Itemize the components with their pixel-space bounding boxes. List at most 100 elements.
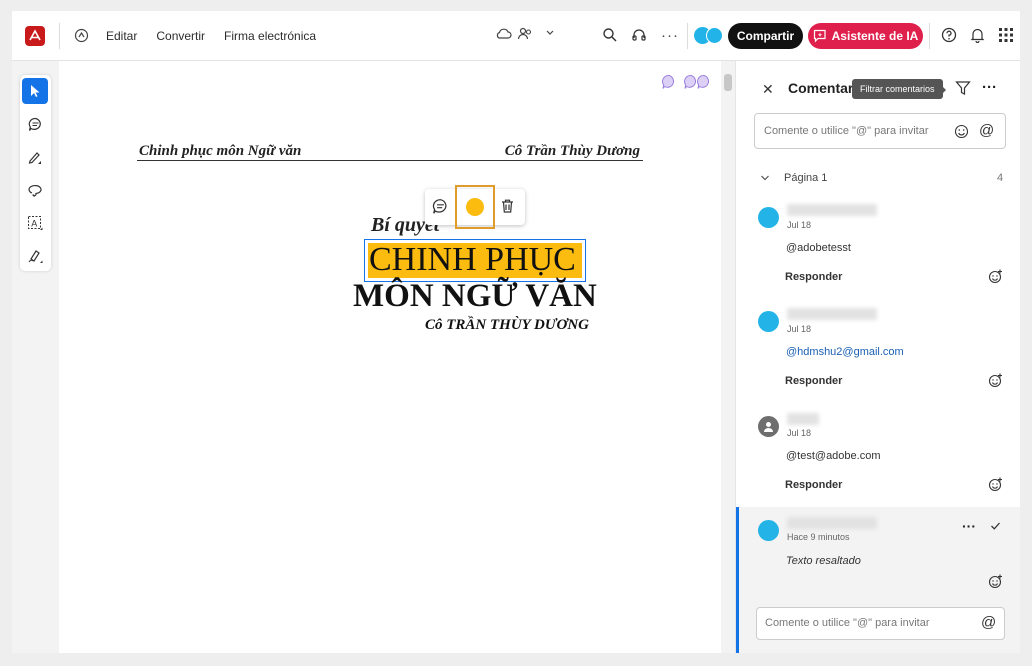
- filter-tooltip: Filtrar comentarios: [852, 79, 943, 99]
- comment-date: Jul 18: [787, 324, 812, 334]
- add-reaction-icon[interactable]: [988, 574, 1004, 590]
- more-options-icon[interactable]: ···: [661, 27, 679, 44]
- highlight-tool[interactable]: [22, 144, 48, 170]
- share-button[interactable]: Compartir: [728, 23, 803, 49]
- add-comment-button[interactable]: [432, 198, 449, 218]
- mention-icon[interactable]: @: [979, 122, 994, 139]
- people-icon[interactable]: [517, 27, 533, 41]
- doc-author: Cô TRẦN THÙY DƯƠNG: [425, 317, 589, 333]
- comment-tool[interactable]: [22, 111, 48, 137]
- scrollbar-thumb[interactable]: [724, 74, 732, 91]
- collaborators-avatars[interactable]: [694, 25, 724, 47]
- comments-title: Comentari: [788, 80, 858, 96]
- comment-author-redacted: [787, 517, 877, 529]
- acrobat-logo[interactable]: [25, 25, 45, 46]
- apps-grid-icon[interactable]: [999, 28, 1013, 42]
- mention-icon[interactable]: @: [981, 614, 996, 631]
- highlight-popup-toolbar: [425, 185, 525, 229]
- color-picker-button[interactable]: [455, 185, 495, 229]
- comment-input[interactable]: Comente o utilice "@" para invitar @: [754, 113, 1006, 149]
- add-reaction-icon[interactable]: [988, 269, 1004, 285]
- comment-group-marker-icon[interactable]: [683, 74, 713, 93]
- avatar: [758, 416, 779, 437]
- cursor-icon: [31, 85, 40, 97]
- cloud-icon[interactable]: [495, 27, 512, 41]
- help-icon[interactable]: [941, 27, 957, 43]
- page-comment-count: 4: [997, 172, 1004, 184]
- comment-text: @test@adobe.com: [786, 450, 881, 462]
- divider: [929, 23, 930, 49]
- left-tool-panel: A: [12, 61, 59, 653]
- pen-icon: [28, 152, 41, 164]
- text-box-tool[interactable]: A: [22, 210, 48, 236]
- page-label: Página 1: [784, 172, 828, 184]
- comments-panel: ✕ Comentari Filtrar comentarios ··· Come…: [735, 61, 1020, 653]
- trash-icon: [502, 199, 513, 213]
- headphones-icon[interactable]: [631, 27, 647, 43]
- reply-button[interactable]: Responder: [785, 375, 842, 387]
- comment-icon: [432, 199, 447, 214]
- doc-title-line2: MÔN NGỮ VĂN: [353, 278, 597, 314]
- edit-menu[interactable]: Editar: [106, 29, 137, 43]
- page-collapse-chevron-icon[interactable]: [760, 171, 770, 185]
- text-box-icon: A: [28, 216, 43, 230]
- ai-assistant-label: Asistente de IA: [831, 29, 919, 43]
- search-icon[interactable]: [602, 27, 618, 43]
- comment-author-redacted: [787, 308, 877, 320]
- highlight-color-swatch: [466, 198, 484, 216]
- active-comment-card[interactable]: Hace 9 minutos ··· Texto resaltado Comen…: [736, 507, 1020, 653]
- svg-text:A: A: [31, 218, 37, 228]
- divider: [687, 23, 688, 49]
- page-header-right: Cô Trần Thùy Dương: [504, 143, 640, 159]
- sign-tool[interactable]: [22, 243, 48, 269]
- comment-input-placeholder: Comente o utilice "@" para invitar: [764, 125, 929, 137]
- tool-column: A: [20, 75, 51, 271]
- add-reaction-icon[interactable]: [988, 373, 1004, 389]
- reply-input-placeholder: Comente o utilice "@" para invitar: [765, 617, 930, 629]
- divider: [59, 22, 60, 49]
- selected-highlight[interactable]: CHINH PHỤC: [364, 239, 586, 282]
- document-scrollbar[interactable]: [721, 61, 737, 653]
- reply-button[interactable]: Responder: [785, 271, 842, 283]
- reply-input[interactable]: Comente o utilice "@" para invitar @: [756, 607, 1005, 640]
- doc-title-line1: CHINH PHỤC: [369, 241, 576, 278]
- comment-marker-icon[interactable]: [661, 74, 677, 93]
- add-reaction-icon[interactable]: [988, 477, 1004, 493]
- delete-button[interactable]: [500, 198, 515, 217]
- ai-assistant-button[interactable]: Asistente de IA: [808, 23, 923, 49]
- emoji-icon[interactable]: [954, 124, 969, 142]
- close-icon[interactable]: ✕: [762, 81, 774, 98]
- comment-date: Jul 18: [787, 428, 812, 438]
- page-header: Chinh phục môn Ngữ văn Cô Trần Thùy Dươn…: [137, 143, 643, 161]
- resolve-check-icon[interactable]: [990, 520, 1001, 534]
- ai-chat-icon: [813, 29, 826, 43]
- comment-date: Hace 9 minutos: [787, 532, 850, 542]
- comment-date: Jul 18: [787, 220, 812, 230]
- user-icon: [764, 422, 773, 432]
- signature-icon: [28, 250, 43, 263]
- more-icon[interactable]: ···: [982, 79, 997, 96]
- lasso-icon: [28, 184, 42, 197]
- comment-author-redacted: [787, 413, 819, 425]
- comment-more-icon[interactable]: ···: [962, 518, 976, 534]
- tooltip-arrow: [941, 85, 946, 95]
- comment-icon: [28, 117, 41, 131]
- filter-icon[interactable]: [955, 80, 971, 99]
- chevron-down-icon[interactable]: [545, 29, 555, 37]
- comment-text: @adobetesst: [786, 242, 851, 254]
- comment-author-redacted: [787, 204, 877, 216]
- reply-button[interactable]: Responder: [785, 479, 842, 491]
- ai-assistant-small-icon[interactable]: [73, 28, 89, 44]
- avatar: [758, 311, 779, 332]
- comment-text-email-link[interactable]: @hdmshu2@gmail.com: [786, 346, 904, 358]
- convert-menu[interactable]: Convertir: [156, 29, 205, 43]
- top-toolbar: Editar Convertir Firma electrónica ··· C…: [12, 11, 1020, 61]
- page-header-left: Chinh phục môn Ngữ văn: [139, 143, 302, 159]
- avatar: [758, 207, 779, 228]
- esign-menu[interactable]: Firma electrónica: [224, 29, 316, 43]
- select-tool[interactable]: [22, 78, 48, 104]
- lasso-tool[interactable]: [22, 177, 48, 203]
- bell-icon[interactable]: [970, 27, 985, 43]
- avatar: [758, 520, 779, 541]
- comment-text: Texto resaltado: [786, 555, 861, 567]
